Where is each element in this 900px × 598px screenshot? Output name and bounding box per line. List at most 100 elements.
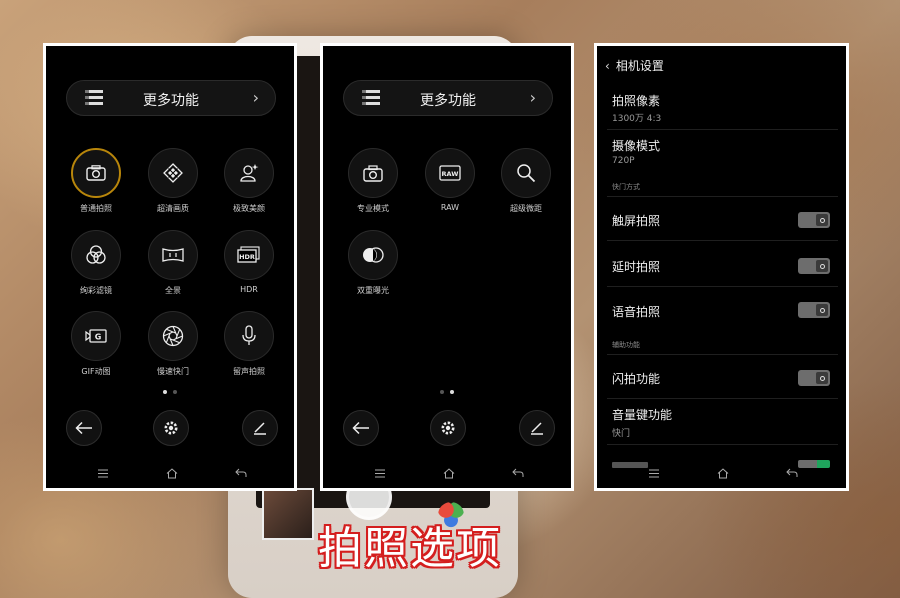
mode-hdr[interactable]: HDR HDR	[214, 230, 284, 294]
setting-touch-shutter[interactable]: 触屏拍照	[597, 196, 846, 241]
mode-label: 留声拍照	[233, 367, 265, 376]
setting-title: 音量键功能	[612, 408, 673, 422]
home-nav-icon[interactable]	[163, 464, 181, 482]
setting-value: 720P	[612, 156, 635, 166]
mode-label: 慢速快门	[157, 367, 189, 376]
pro-camera-icon	[348, 148, 398, 198]
gear-icon	[441, 421, 455, 435]
aperture-icon	[148, 311, 198, 361]
quick-snap-toggle[interactable]	[798, 370, 830, 386]
voice-shutter-toggle[interactable]	[798, 302, 830, 318]
back-nav-icon[interactable]	[232, 464, 250, 482]
menu-nav-icon[interactable]	[645, 464, 663, 482]
setting-value: 快门	[612, 429, 631, 439]
raw-icon-text: RAW	[442, 170, 459, 178]
camera-modes-page-1: 更多功能 › 普通拍照 超清画质 极致美颜 绚彩滤镜 全景 HDR HDR G …	[43, 43, 297, 491]
setting-title: 延时拍照	[612, 260, 661, 274]
chevron-left-icon[interactable]: ‹	[605, 59, 610, 73]
caption-title: 拍照选项	[318, 523, 502, 574]
mode-label: 普通拍照	[80, 204, 112, 213]
mode-ultra-hd[interactable]: 超清画质	[138, 148, 208, 214]
setting-photo-resolution[interactable]: 拍照像素 1300万 4:3	[597, 90, 846, 130]
menu-nav-icon[interactable]	[94, 464, 112, 482]
mode-label: RAW	[440, 203, 460, 212]
setting-volume-key[interactable]: 音量键功能 快门	[597, 402, 846, 446]
mode-panorama[interactable]: 全景	[138, 230, 208, 296]
setting-title: 闪拍功能	[612, 372, 661, 386]
portrait-sparkle-icon	[224, 148, 274, 198]
mode-label: 绚彩滤镜	[80, 286, 112, 295]
setting-title: 触屏拍照	[612, 214, 661, 228]
gear-icon	[164, 421, 178, 435]
background-gallery-thumbnail	[262, 488, 314, 540]
arrow-left-icon	[75, 421, 92, 435]
setting-timer-shutter[interactable]: 延时拍照	[597, 242, 846, 287]
timer-shutter-toggle[interactable]	[798, 258, 830, 274]
home-nav-icon[interactable]	[714, 464, 732, 482]
mode-pro[interactable]: 专业模式	[338, 148, 408, 214]
setting-value: 1300万 4:3	[612, 114, 662, 124]
setting-title: 语音拍照	[612, 305, 661, 319]
page-indicator	[46, 390, 294, 394]
edit-button[interactable]	[519, 410, 555, 446]
more-functions-bar[interactable]: 更多功能 ›	[343, 80, 553, 116]
page-indicator	[323, 390, 571, 394]
arrow-left-icon	[352, 421, 369, 435]
settings-button[interactable]	[153, 410, 189, 446]
hdr-icon-text: HDR	[239, 253, 255, 261]
more-functions-label: 更多功能	[420, 93, 476, 109]
mode-label: 超级微距	[510, 204, 542, 213]
gif-camera-icon: G	[71, 311, 121, 361]
raw-icon: RAW	[425, 148, 475, 198]
settings-button[interactable]	[430, 410, 466, 446]
filter-circles-icon	[71, 230, 121, 280]
microphone-icon	[224, 311, 274, 361]
gif-icon-text: G	[95, 333, 102, 342]
back-nav-icon[interactable]	[509, 464, 527, 482]
more-functions-bar[interactable]: 更多功能 ›	[66, 80, 276, 116]
chevron-right-icon: ›	[529, 88, 536, 107]
mode-super-macro[interactable]: 超级微距	[491, 148, 561, 214]
mode-label: 专业模式	[357, 204, 389, 213]
setting-video-mode[interactable]: 摄像模式 720P	[597, 135, 846, 175]
section-assist-label: 辅助功能	[612, 341, 640, 349]
back-nav-icon[interactable]	[783, 464, 801, 482]
more-functions-label: 更多功能	[143, 93, 199, 109]
menu-nav-icon[interactable]	[371, 464, 389, 482]
magnifier-icon	[501, 148, 551, 198]
mode-label: HDR	[240, 285, 258, 294]
panorama-icon	[148, 230, 198, 280]
back-button[interactable]	[66, 410, 102, 446]
camera-settings-page: ‹ 相机设置 拍照像素 1300万 4:3 摄像模式 720P 快门方式 触屏拍照…	[594, 43, 849, 491]
pencil-icon	[254, 422, 266, 435]
mode-double-exposure[interactable]: 双重曝光	[338, 230, 408, 296]
camera-modes-page-2: 更多功能 › 专业模式 RAW RAW 超级微距 双重曝光	[320, 43, 574, 491]
section-shutter-label: 快门方式	[612, 183, 640, 191]
back-button[interactable]	[343, 410, 379, 446]
mode-beauty[interactable]: 极致美颜	[214, 148, 284, 214]
system-navbar	[46, 464, 294, 482]
chevron-right-icon: ›	[252, 88, 259, 107]
pencil-icon	[531, 422, 543, 435]
system-navbar	[597, 464, 846, 482]
mode-label: 全景	[165, 286, 181, 295]
setting-title: 拍照像素	[612, 94, 661, 108]
mode-label: GIF动图	[81, 367, 111, 376]
settings-header[interactable]: ‹ 相机设置	[605, 57, 664, 74]
diamond-grid-icon	[148, 148, 198, 198]
setting-voice-shutter[interactable]: 语音拍照	[597, 288, 846, 332]
mode-color-filter[interactable]: 绚彩滤镜	[61, 230, 131, 296]
edit-button[interactable]	[242, 410, 278, 446]
mode-slow-shutter[interactable]: 慢速快门	[138, 311, 208, 377]
touch-shutter-toggle[interactable]	[798, 212, 830, 228]
settings-title: 相机设置	[615, 59, 664, 73]
mode-label: 双重曝光	[357, 286, 389, 295]
mode-label: 超清画质	[157, 204, 189, 213]
mode-normal-photo[interactable]: 普通拍照	[61, 148, 131, 214]
mode-raw[interactable]: RAW RAW	[415, 148, 485, 212]
system-navbar	[323, 464, 571, 482]
home-nav-icon[interactable]	[440, 464, 458, 482]
mode-voice-photo[interactable]: 留声拍照	[214, 311, 284, 377]
setting-quick-snap[interactable]: 闪拍功能	[597, 354, 846, 399]
mode-gif[interactable]: G GIF动图	[61, 311, 131, 377]
